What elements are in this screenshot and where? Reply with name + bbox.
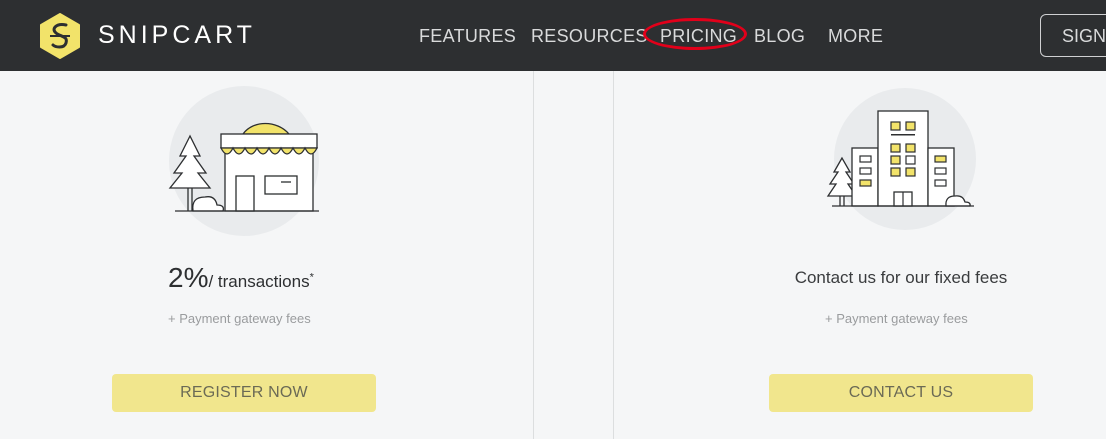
standard-gateway-note: + Payment gateway fees: [168, 311, 311, 326]
standard-plan-price: 2%/ transactions*: [168, 262, 314, 294]
column-divider: [613, 71, 614, 439]
nav-more[interactable]: MORE: [828, 26, 883, 47]
brand-wordmark[interactable]: SNIPCART: [98, 21, 256, 50]
price-footnote-mark: *: [309, 271, 314, 284]
top-navbar: SNIPCART FEATURES RESOURCES PRICING BLOG…: [0, 0, 1106, 71]
price-unit: / transactions: [208, 272, 310, 291]
pricing-highlight-annotation: [643, 18, 747, 50]
register-now-button[interactable]: REGISTER NOW: [112, 374, 376, 412]
enterprise-plan-headline: Contact us for our fixed fees: [794, 268, 1008, 287]
storefront-illustration: [168, 122, 319, 212]
contact-us-button[interactable]: CONTACT US: [769, 374, 1033, 412]
nav-blog[interactable]: BLOG: [754, 26, 805, 47]
snipcart-logo-icon[interactable]: [38, 12, 82, 60]
nav-resources[interactable]: RESOURCES: [531, 26, 648, 47]
nav-features[interactable]: FEATURES: [419, 26, 516, 47]
column-divider: [533, 71, 534, 439]
enterprise-gateway-note: + Payment gateway fees: [825, 311, 968, 326]
sign-in-label: SIGN: [1062, 26, 1106, 46]
price-percentage: 2%: [168, 262, 209, 293]
office-building-illustration: [826, 110, 974, 207]
